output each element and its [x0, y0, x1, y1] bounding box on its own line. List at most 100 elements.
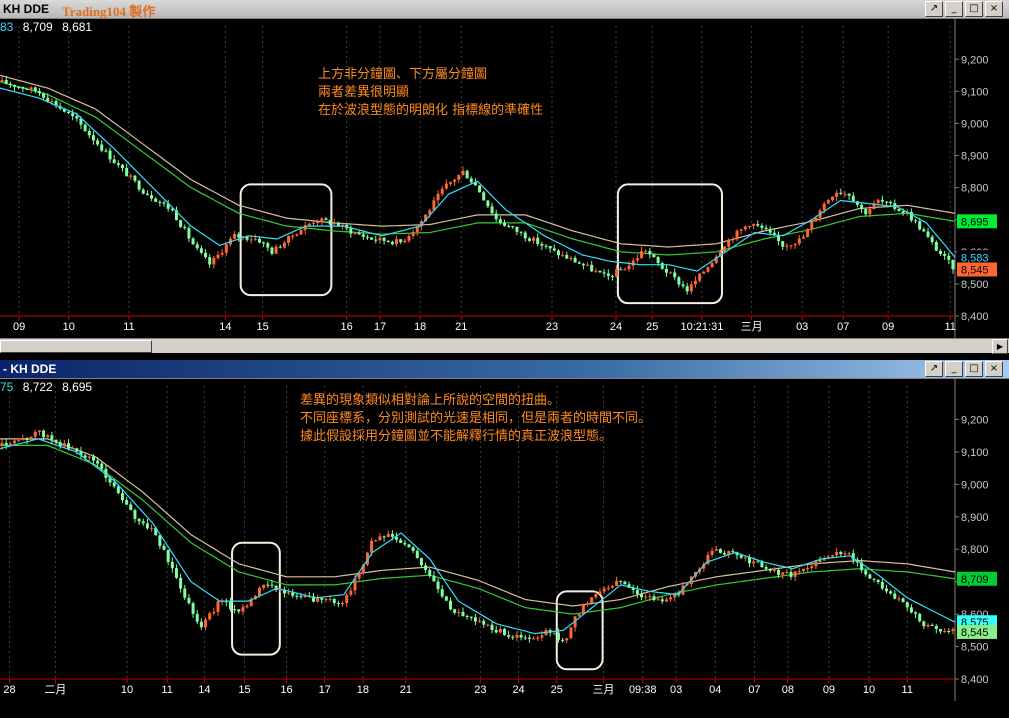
candle-body	[656, 599, 660, 601]
candle	[295, 232, 299, 237]
candle	[918, 612, 922, 623]
candle	[8, 81, 12, 88]
candle-body	[909, 607, 913, 613]
candle-body	[801, 236, 805, 239]
candle	[876, 579, 880, 585]
candle-body	[727, 239, 731, 247]
candle	[336, 600, 340, 608]
candle	[644, 594, 648, 600]
x-tick-label: 10:21:31	[681, 321, 724, 333]
x-tick-label: 16	[280, 684, 292, 696]
candle-body	[262, 242, 266, 244]
candle	[502, 627, 506, 636]
candle-body	[731, 551, 735, 553]
candle	[216, 251, 220, 260]
highlight-box	[616, 183, 723, 305]
candle-body	[208, 613, 212, 620]
candle	[37, 430, 41, 436]
minimize-icon[interactable]: _	[945, 361, 963, 377]
candle	[698, 273, 702, 283]
candle-body	[266, 584, 270, 586]
candle-body	[635, 258, 639, 261]
candle-body	[710, 262, 714, 268]
candle	[573, 255, 577, 263]
candle	[411, 229, 415, 239]
candle-body	[320, 218, 324, 222]
candle	[581, 262, 585, 270]
candle	[490, 621, 494, 634]
candle-body	[449, 600, 453, 610]
top-title-bar[interactable]: KH DDE Trading104 製作 ↗ _ □ ×	[0, 0, 1009, 19]
candle-body	[922, 621, 926, 627]
candle-body	[282, 242, 286, 248]
close-icon[interactable]: ×	[985, 1, 1003, 17]
candle	[847, 551, 851, 556]
candle	[664, 264, 668, 277]
candle	[864, 568, 868, 577]
candle-body	[635, 590, 639, 595]
candle-body	[598, 591, 602, 595]
candle-body	[602, 588, 606, 592]
candle-body	[411, 231, 415, 237]
candle-body	[4, 79, 8, 84]
maximize-icon[interactable]: □	[965, 1, 983, 17]
candle-body	[918, 613, 922, 622]
bottom-title-bar[interactable]: - KH DDE ↗ _ □ ×	[0, 360, 1009, 379]
candle-body	[341, 603, 345, 605]
candle	[0, 75, 4, 83]
candle-body	[328, 220, 332, 225]
candle	[282, 240, 286, 249]
top-scroll-thumb[interactable]	[0, 340, 152, 353]
scroll-right-icon[interactable]: ▶	[992, 339, 1008, 354]
candle-body	[270, 584, 274, 586]
close-icon[interactable]: ×	[985, 361, 1003, 377]
candle	[880, 577, 884, 591]
candle	[457, 608, 461, 617]
candle	[660, 261, 664, 270]
candle-body	[25, 88, 29, 90]
candle-body	[606, 273, 610, 276]
x-tick-label: 18	[357, 684, 369, 696]
candle	[316, 594, 320, 603]
y-tick-label: 9,100	[961, 447, 989, 459]
candle-body	[461, 611, 465, 617]
candle-body	[478, 620, 482, 622]
minimize-icon[interactable]: _	[945, 1, 963, 17]
candle-body	[739, 555, 743, 558]
candle-body	[307, 223, 311, 226]
candle-body	[386, 240, 390, 242]
top-horizontal-scrollbar[interactable]: ▶	[0, 338, 1009, 354]
candle	[515, 631, 519, 642]
candle-body	[532, 638, 536, 640]
candle-body	[640, 251, 644, 259]
candle-body	[8, 83, 12, 86]
candle-body	[444, 596, 448, 601]
candle	[565, 251, 569, 260]
candle	[449, 597, 453, 611]
candle	[652, 593, 656, 602]
candle	[914, 611, 918, 619]
candle-body	[50, 435, 54, 440]
x-tick-label: 23	[474, 684, 486, 696]
candle	[847, 193, 851, 200]
candle-body	[199, 248, 203, 253]
candle-body	[382, 237, 386, 241]
candle	[685, 282, 689, 295]
candle	[436, 190, 440, 205]
candle-body	[594, 594, 598, 598]
candle	[909, 604, 913, 614]
candle-body	[835, 552, 839, 556]
candle-body	[810, 221, 814, 229]
candle-body	[191, 238, 195, 245]
ma-line-fast	[0, 438, 956, 635]
candle-body	[789, 571, 793, 577]
maximize-icon[interactable]: □	[965, 361, 983, 377]
candle-body	[606, 587, 610, 589]
candle	[382, 237, 386, 245]
restore-icon[interactable]: ↗	[925, 361, 943, 377]
candle-body	[316, 597, 320, 602]
candle-body	[768, 229, 772, 233]
candle	[212, 607, 216, 616]
restore-icon[interactable]: ↗	[925, 1, 943, 17]
candle-body	[37, 91, 41, 94]
